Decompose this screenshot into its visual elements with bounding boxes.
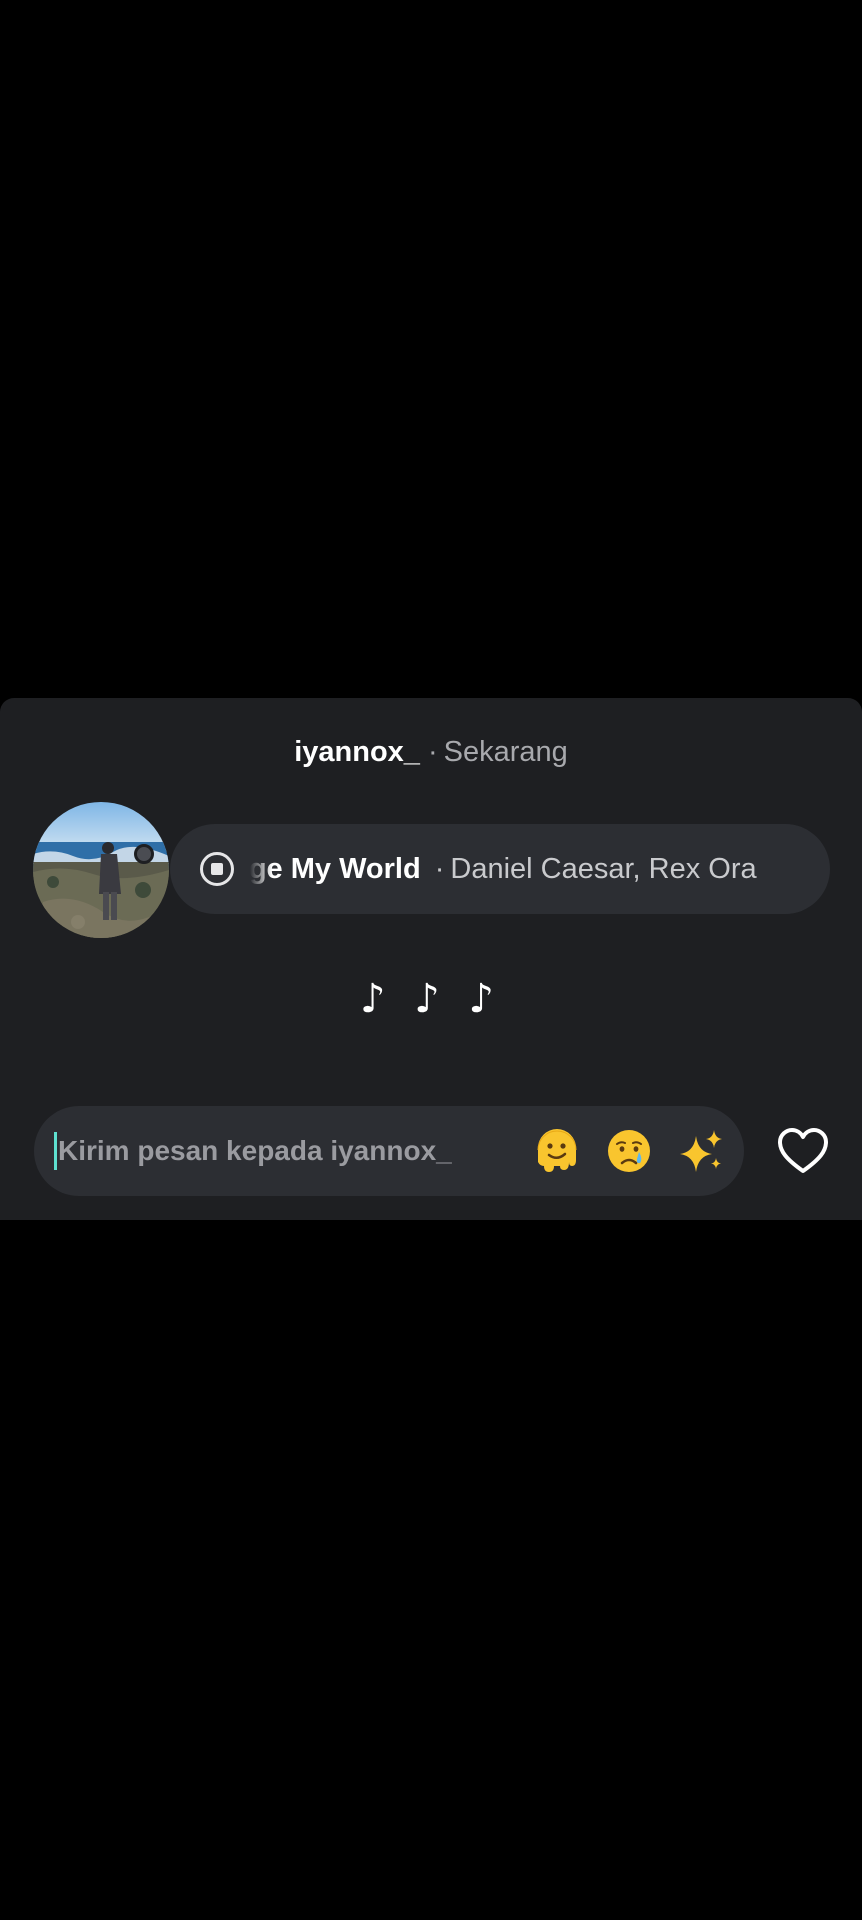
melting-face-icon[interactable] bbox=[532, 1126, 582, 1176]
timestamp: Sekarang bbox=[443, 736, 568, 768]
active-status-dot bbox=[134, 844, 154, 864]
avatar-photo bbox=[33, 802, 169, 938]
song-title: ange My World bbox=[250, 853, 421, 885]
avatar[interactable] bbox=[33, 802, 169, 938]
music-player-pill[interactable]: ange My World ·Daniel Caesar, Rex Ora bbox=[170, 824, 830, 914]
sparkles-icon[interactable] bbox=[676, 1126, 726, 1176]
note-text: ♪ ♪ ♪ bbox=[359, 976, 502, 1022]
sheet-header: iyannox_ · Sekarang bbox=[0, 734, 862, 770]
username[interactable]: iyannox_ bbox=[294, 736, 420, 768]
music-separator: · bbox=[434, 853, 445, 885]
text-cursor bbox=[54, 1132, 57, 1170]
marquee-fade-right bbox=[762, 824, 802, 914]
marquee-fade-left bbox=[250, 824, 272, 914]
now-playing-marquee: ange My World ·Daniel Caesar, Rex Ora bbox=[250, 824, 800, 914]
message-placeholder: Kirim pesan kepada iyannox_ bbox=[58, 1135, 452, 1166]
heart-icon[interactable] bbox=[776, 1125, 830, 1179]
stop-icon[interactable] bbox=[200, 852, 234, 886]
message-input[interactable]: Kirim pesan kepada iyannox_ bbox=[34, 1106, 744, 1196]
note-reply-sheet: iyannox_ · Sekarang My World · Daniel Ca… bbox=[0, 698, 862, 1220]
header-separator: · bbox=[427, 736, 438, 768]
crying-face-icon[interactable] bbox=[604, 1126, 654, 1176]
artist-names: Daniel Caesar, Rex Ora bbox=[450, 853, 757, 885]
